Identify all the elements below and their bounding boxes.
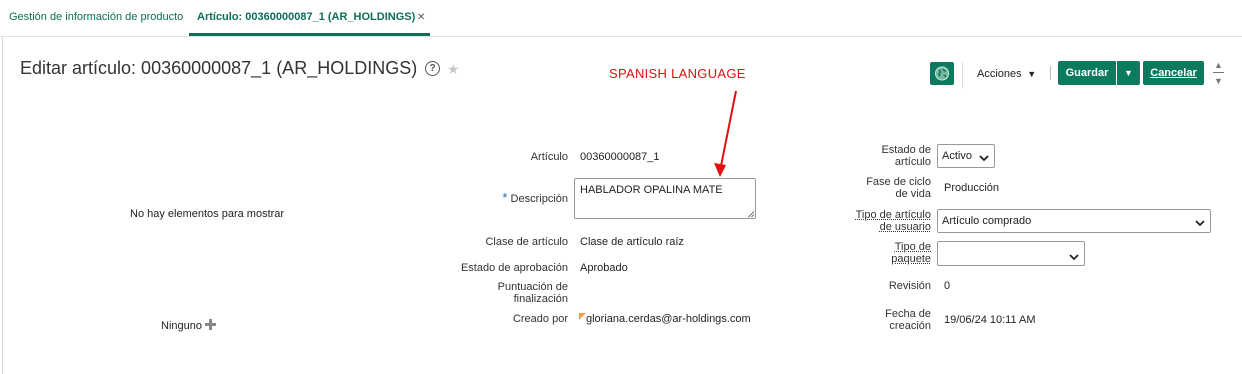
fase-label: Fase de ciclo de vida xyxy=(840,176,931,200)
page-title: Editar artículo: 00360000087_1 (AR_HOLDI… xyxy=(20,58,418,78)
fecha-label: Fecha de creación xyxy=(840,308,931,332)
toolbar-divider xyxy=(962,62,963,89)
annotation-text: SPANISH LANGUAGE xyxy=(609,66,746,81)
actions-menu-label: Acciones xyxy=(977,68,1022,80)
tab-product-info-management[interactable]: Gestión de información de producto xyxy=(9,11,183,23)
descripcion-label-row: * Descripción xyxy=(450,190,568,205)
chevron-down-icon xyxy=(1069,248,1079,271)
revision-label: Revisión xyxy=(888,280,931,292)
clase-value: Clase de artículo raíz xyxy=(580,236,684,248)
globe-icon[interactable] xyxy=(930,62,954,85)
fase-value: Producción xyxy=(944,182,1000,194)
cancel-button[interactable]: Cancelar xyxy=(1143,61,1204,85)
tipo-paquete-label-line1: Tipo de xyxy=(894,241,931,253)
resize-handle-icon[interactable] xyxy=(748,211,754,217)
aprobacion-label: Estado de aprobación xyxy=(460,262,568,274)
tipo-usuario-label[interactable]: Tipo de artículo de usuario xyxy=(830,209,931,233)
chevron-down-icon xyxy=(1195,215,1205,237)
fase-label-line1: Fase de ciclo xyxy=(866,176,931,188)
puntuacion-label: Puntuación de finalización xyxy=(470,281,568,305)
tipo-usuario-label-line2: de usuario xyxy=(879,221,931,233)
puntuacion-label-line2: finalización xyxy=(513,293,568,305)
help-icon[interactable]: ? xyxy=(425,61,440,76)
estado-label-line2: artículo xyxy=(894,156,931,168)
actions-menu[interactable]: Acciones ▼ xyxy=(977,68,1036,80)
descripcion-label: Descripción xyxy=(510,193,568,205)
estado-select[interactable]: Activo xyxy=(937,144,995,168)
tab-item-edit[interactable]: Artículo: 00360000087_1 (AR_HOLDINGS) xyxy=(197,11,415,23)
required-marker: * xyxy=(502,190,508,205)
scroll-up-icon[interactable]: ▲ xyxy=(1214,60,1223,70)
chevron-down-icon xyxy=(979,150,989,172)
active-tab-indicator xyxy=(189,33,430,36)
articulo-label: Artículo xyxy=(530,151,568,163)
fecha-label-line1: Fecha de xyxy=(885,308,931,320)
annotation-arrow-icon xyxy=(714,90,737,177)
estado-selected-value: Activo xyxy=(942,150,972,162)
tipo-usuario-label-line1: Tipo de artículo xyxy=(855,209,931,221)
tipo-paquete-select[interactable] xyxy=(937,241,1085,266)
tipo-usuario-select[interactable]: Artículo comprado xyxy=(937,209,1211,233)
articulo-value: 00360000087_1 xyxy=(580,151,660,163)
flag-marker-icon xyxy=(579,313,586,320)
toolbar-divider xyxy=(1050,66,1051,80)
add-plus-icon[interactable] xyxy=(204,318,217,331)
none-label: Ninguno xyxy=(161,320,202,332)
caret-down-icon: ▼ xyxy=(1024,69,1037,79)
save-button[interactable]: Guardar xyxy=(1058,61,1116,85)
favorite-star-icon[interactable]: ★ xyxy=(447,61,460,78)
clase-label: Clase de artículo xyxy=(485,236,568,248)
fecha-label-line2: creación xyxy=(889,320,931,332)
aprobacion-value: Aprobado xyxy=(580,262,628,274)
close-tab-icon[interactable]: ✕ xyxy=(417,12,425,23)
descripcion-textarea[interactable]: HABLADOR OPALINA MATE xyxy=(574,178,756,219)
fecha-value: 19/06/24 10:11 AM xyxy=(944,314,1036,326)
revision-value: 0 xyxy=(944,280,951,292)
tipo-paquete-label-line2: paquete xyxy=(891,253,931,265)
fase-label-line2: de vida xyxy=(895,188,931,200)
tipo-usuario-selected-value: Artículo comprado xyxy=(942,215,1032,227)
estado-label-line1: Estado de xyxy=(881,144,931,156)
puntuacion-label-line1: Puntuación de xyxy=(497,281,568,293)
creado-label: Creado por xyxy=(512,313,568,325)
scroll-divider xyxy=(1213,72,1224,73)
empty-list-message: No hay elementos para mostrar xyxy=(130,208,285,220)
tab-bar: Gestión de información de producto Artíc… xyxy=(0,0,1242,37)
creado-value: gloriana.cerdas@ar-holdings.com xyxy=(586,313,751,325)
save-options-caret-icon[interactable]: ▼ xyxy=(1117,61,1140,85)
scroll-down-icon[interactable]: ▼ xyxy=(1214,76,1223,86)
descripcion-value: HABLADOR OPALINA MATE xyxy=(580,184,723,196)
estado-label: Estado de artículo xyxy=(840,144,931,168)
tipo-paquete-label[interactable]: Tipo de paquete xyxy=(840,241,931,265)
